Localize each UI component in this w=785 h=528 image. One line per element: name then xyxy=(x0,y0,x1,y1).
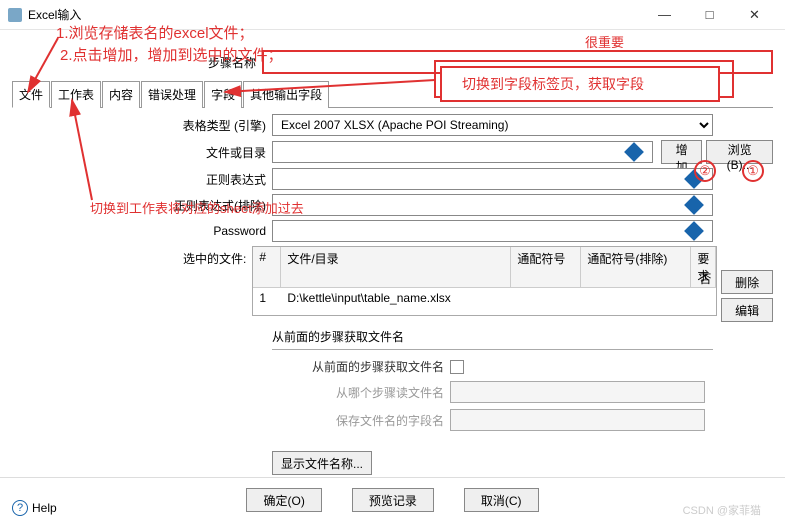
step-name-label: 步骤名称 xyxy=(12,54,262,71)
regex-input[interactable] xyxy=(272,168,713,190)
fieldset-title: 从前面的步骤获取文件名 xyxy=(272,328,773,345)
engine-select[interactable]: Excel 2007 XLSX (Apache POI Streaming) xyxy=(272,114,713,136)
tab-sheet[interactable]: 工作表 xyxy=(51,81,101,108)
edit-button[interactable]: 编辑 xyxy=(721,298,773,322)
files-table[interactable]: # 文件/目录 通配符号 通配符号(排除) 要求 1 D:\kettle\inp… xyxy=(252,246,717,316)
regex-excl-input[interactable] xyxy=(272,194,713,216)
window-title: Excel输入 xyxy=(28,6,81,23)
close-button[interactable]: ✕ xyxy=(732,1,777,29)
minimize-button[interactable]: — xyxy=(642,1,687,29)
ok-button[interactable]: 确定(O) xyxy=(246,488,321,512)
from-step-input[interactable] xyxy=(450,381,705,403)
tab-content[interactable]: 内容 xyxy=(102,81,140,108)
regex-excl-label: 正则表达式(排除) xyxy=(12,197,272,214)
preview-button[interactable]: 预览记录 xyxy=(352,488,434,512)
watermark: CSDN @家菲猫 xyxy=(683,502,761,518)
save-field-label: 保存文件名的字段名 xyxy=(280,412,450,429)
save-field-input[interactable] xyxy=(450,409,705,431)
col-wildcard-excl: 通配符号(排除) xyxy=(581,247,691,287)
selected-files-label: 选中的文件: xyxy=(12,246,252,267)
tab-file[interactable]: 文件 xyxy=(12,81,50,108)
from-step-label: 从哪个步骤读文件名 xyxy=(280,384,450,401)
regex-label: 正则表达式 xyxy=(12,171,272,188)
col-num: # xyxy=(253,247,281,287)
from-prev-checkbox[interactable] xyxy=(450,360,464,374)
help-link[interactable]: ? Help xyxy=(12,500,57,516)
password-input[interactable] xyxy=(272,220,713,242)
add-button[interactable]: 增加 xyxy=(661,140,702,164)
tab-other-output[interactable]: 其他输出字段 xyxy=(243,81,329,108)
from-prev-label: 从前面的步骤获取文件名 xyxy=(280,358,450,375)
delete-button[interactable]: 删除 xyxy=(721,270,773,294)
file-label: 文件或目录 xyxy=(12,144,272,161)
col-wildcard: 通配符号 xyxy=(511,247,581,287)
anno-callout: 切换到字段标签页，获取字段 xyxy=(440,66,720,102)
table-row[interactable]: 1 D:\kettle\input\table_name.xlsx xyxy=(253,288,716,308)
cancel-button[interactable]: 取消(C) xyxy=(464,488,539,512)
engine-label: 表格类型 (引擎) xyxy=(12,117,272,134)
password-label: Password xyxy=(12,224,272,238)
col-path: 文件/目录 xyxy=(281,247,511,287)
tab-fields[interactable]: 字段 xyxy=(204,81,242,108)
show-filenames-button[interactable]: 显示文件名称... xyxy=(272,451,372,475)
file-input[interactable] xyxy=(272,141,653,163)
maximize-button[interactable]: □ xyxy=(687,1,732,29)
help-icon: ? xyxy=(12,500,28,516)
prev-step-fieldset: 从前面的步骤获取文件名 从哪个步骤读文件名 保存文件名的字段名 xyxy=(272,349,713,445)
tab-error[interactable]: 错误处理 xyxy=(141,81,203,108)
overflow-cell: 否 xyxy=(699,270,711,287)
app-icon xyxy=(8,8,22,22)
browse-button[interactable]: 浏览(B)... xyxy=(706,140,773,164)
